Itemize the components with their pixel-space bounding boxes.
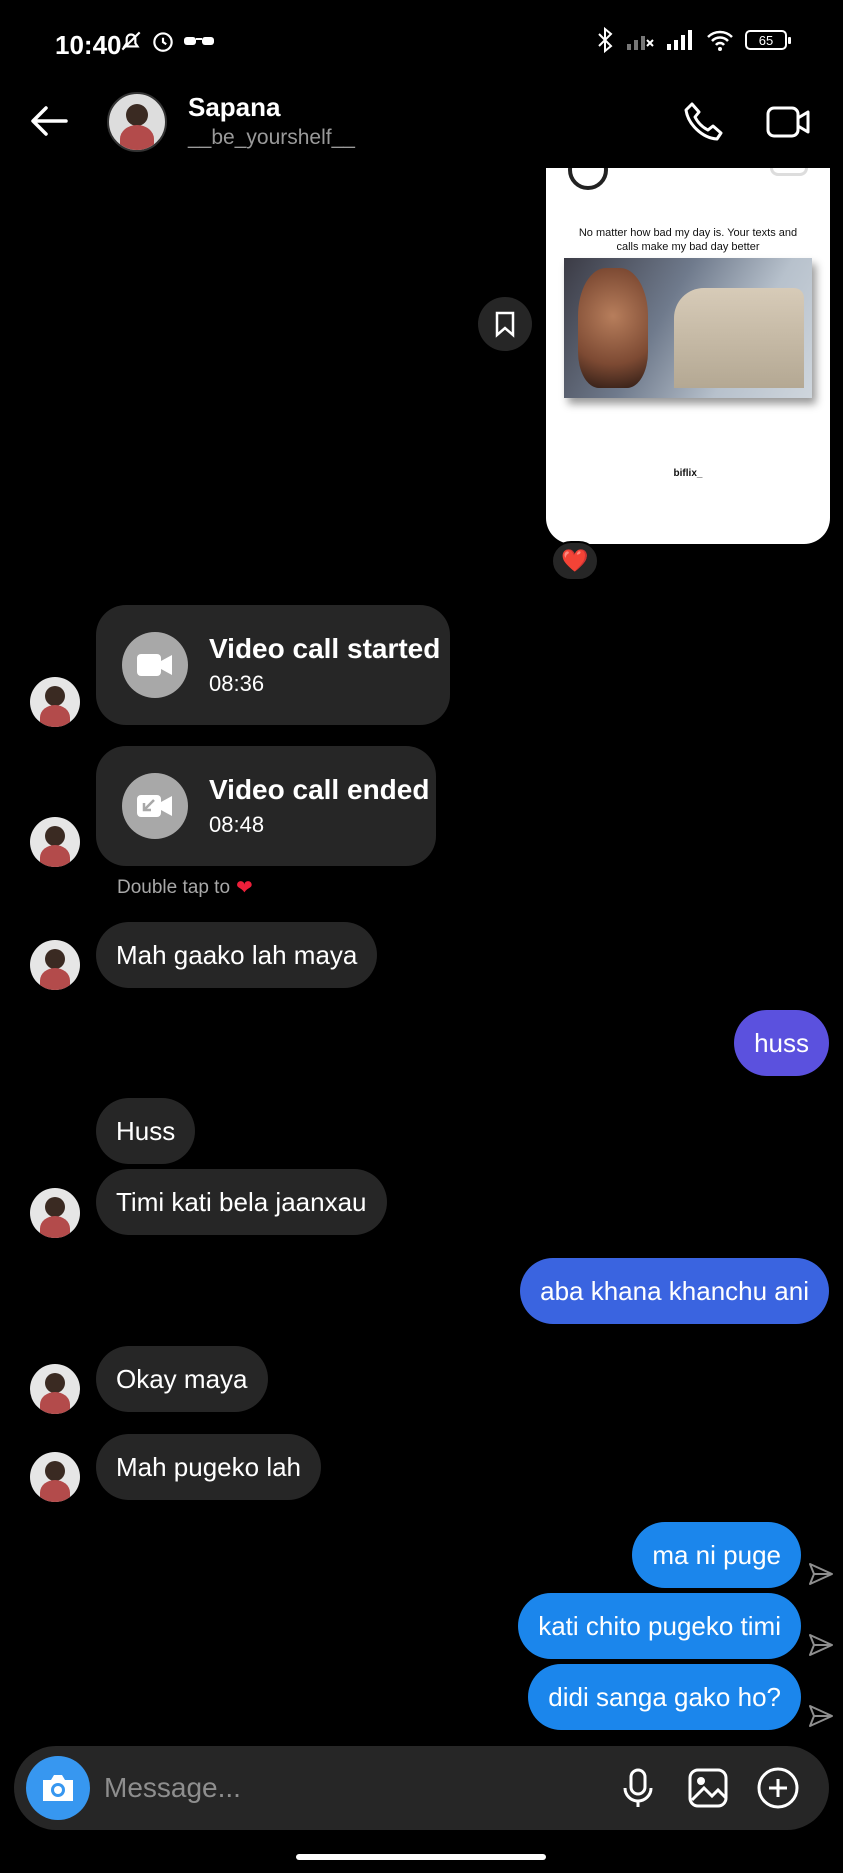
camera-icon bbox=[43, 1775, 73, 1801]
wifi-icon bbox=[707, 30, 733, 51]
call-ended-title: Video call ended bbox=[209, 774, 430, 805]
status-right-icons: 65 bbox=[595, 26, 791, 54]
outgoing-message[interactable]: aba khana khanchu ani bbox=[520, 1258, 829, 1324]
chat-header: Sapana __be_yourshelf__ bbox=[0, 92, 843, 172]
video-call-icon[interactable] bbox=[764, 98, 812, 146]
bluetooth-icon bbox=[598, 26, 613, 54]
back-arrow-icon[interactable] bbox=[26, 98, 72, 144]
add-icon[interactable] bbox=[754, 1764, 802, 1812]
double-tap-hint-text: Double tap to bbox=[117, 876, 231, 898]
outgoing-message[interactable]: kati chito pugeko timi bbox=[518, 1593, 801, 1659]
status-time: 10:40 bbox=[55, 30, 122, 60]
post-top-icon bbox=[568, 168, 608, 190]
outgoing-message[interactable]: didi sanga gako ho? bbox=[528, 1664, 801, 1730]
sent-status-icon bbox=[809, 1563, 833, 1585]
incoming-message[interactable]: Mah pugeko lah bbox=[96, 1434, 322, 1500]
status-bar: 10:40 65 bbox=[0, 0, 843, 92]
video-camera-icon bbox=[122, 632, 188, 698]
video-call-ended-icon bbox=[122, 773, 188, 839]
contact-avatar[interactable] bbox=[107, 92, 167, 152]
incoming-message[interactable]: Mah gaako lah maya bbox=[96, 922, 378, 988]
camera-button[interactable] bbox=[26, 1756, 90, 1820]
sender-avatar[interactable] bbox=[30, 817, 80, 867]
heart-reaction[interactable]: ❤️ bbox=[551, 541, 599, 581]
alarm-icon bbox=[153, 32, 173, 52]
post-photo-car-window bbox=[674, 288, 804, 388]
post-photo bbox=[564, 258, 812, 398]
phone-call-icon[interactable] bbox=[680, 98, 728, 146]
mute-notifications-icon bbox=[121, 31, 141, 51]
sender-avatar[interactable] bbox=[30, 1188, 80, 1238]
call-started-time: 08:36 bbox=[209, 671, 265, 696]
call-ended-time: 08:48 bbox=[209, 812, 265, 837]
sent-status-icon bbox=[809, 1634, 833, 1656]
battery-level: 65 bbox=[758, 32, 774, 48]
sender-avatar[interactable] bbox=[30, 1452, 80, 1502]
message-composer bbox=[14, 1746, 829, 1830]
post-credit: biflix_ bbox=[673, 468, 703, 479]
call-started-bubble[interactable]: Video call started 08:36 bbox=[96, 605, 450, 725]
outgoing-message[interactable]: ma ni puge bbox=[632, 1522, 801, 1588]
sender-avatar[interactable] bbox=[30, 940, 80, 990]
incoming-message[interactable]: Okay maya bbox=[96, 1346, 268, 1412]
glasses-icon bbox=[184, 37, 214, 45]
double-tap-hint: Double tap to ❤ bbox=[117, 875, 253, 900]
sender-avatar[interactable] bbox=[30, 1364, 80, 1414]
contact-name[interactable]: Sapana bbox=[188, 92, 281, 123]
gallery-icon[interactable] bbox=[684, 1764, 732, 1812]
sender-avatar[interactable] bbox=[30, 677, 80, 727]
contact-username[interactable]: __be_yourshelf__ bbox=[188, 126, 355, 150]
microphone-icon[interactable] bbox=[614, 1764, 662, 1812]
incoming-message[interactable]: Huss bbox=[96, 1098, 196, 1164]
save-post-button[interactable] bbox=[478, 297, 532, 351]
outgoing-message[interactable]: huss bbox=[734, 1010, 829, 1076]
incoming-message[interactable]: Timi kati bela jaanxau bbox=[96, 1169, 387, 1235]
home-indicator[interactable] bbox=[296, 1854, 546, 1860]
battery-icon: 65 bbox=[745, 30, 791, 50]
post-photo-person bbox=[578, 268, 648, 388]
call-ended-bubble[interactable]: Video call ended 08:48 bbox=[96, 746, 436, 866]
post-top-bar bbox=[770, 168, 808, 176]
post-caption: No matter how bad my day is. Your texts … bbox=[578, 227, 798, 253]
message-input[interactable] bbox=[104, 1766, 504, 1810]
signal-icon bbox=[667, 30, 692, 50]
call-started-title: Video call started bbox=[209, 633, 441, 664]
heart-icon: ❤ bbox=[236, 877, 253, 899]
bookmark-icon bbox=[495, 311, 515, 338]
status-left-icons bbox=[118, 28, 216, 54]
no-signal-icon bbox=[627, 36, 654, 50]
shared-post-card[interactable]: No matter how bad my day is. Your texts … bbox=[546, 168, 830, 544]
sent-status-icon bbox=[809, 1705, 833, 1727]
